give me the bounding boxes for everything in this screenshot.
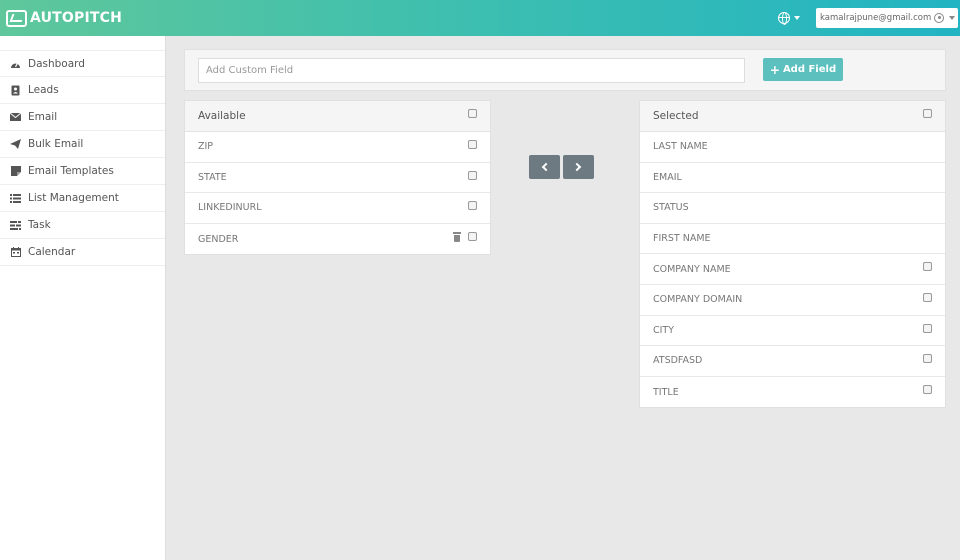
list-icon (10, 193, 21, 204)
calendar-icon (10, 247, 21, 258)
selected-fields-panel: Selected LAST NAME EMAIL STATUS FIRST NA… (639, 100, 946, 409)
contact-card-icon (10, 85, 21, 96)
list-item[interactable]: COMPANY NAME (640, 254, 945, 285)
field-checkbox[interactable] (923, 292, 932, 302)
sidebar-item-label: Dashboard (28, 57, 85, 70)
sidebar-item-label: Leads (28, 84, 59, 96)
field-checkbox[interactable] (923, 323, 932, 333)
move-left-button[interactable] (529, 155, 560, 179)
user-email: kamalrajpune@gmail.com (820, 13, 932, 23)
field-name: STATE (198, 171, 227, 183)
envelope-icon (10, 112, 21, 123)
sidebar-item-label: Calendar (28, 246, 76, 258)
list-item[interactable]: LINKEDINURL (185, 193, 490, 224)
sidebar-item-leads[interactable]: Leads (0, 77, 165, 104)
add-field-label: Add Field (782, 64, 837, 75)
sidebar-item-label: Bulk Email (28, 138, 84, 150)
sidebar-item-task[interactable]: Task (0, 212, 165, 239)
list-item[interactable]: ZIP (185, 132, 490, 163)
sidebar-item-label: List Management (28, 192, 119, 204)
field-checkbox[interactable] (468, 201, 477, 211)
list-item[interactable]: STATUS (640, 193, 945, 224)
plus-icon: + (769, 62, 780, 77)
custom-field-input[interactable] (198, 58, 745, 83)
sidebar-item-label: Email Templates (28, 165, 114, 177)
field-checkbox[interactable] (468, 140, 477, 149)
field-checkbox[interactable] (923, 384, 932, 394)
field-name: EMAIL (653, 171, 682, 183)
field-checkbox[interactable] (923, 262, 932, 272)
list-item[interactable]: ATSDFASD (640, 346, 945, 377)
sidebar-item-label: Task (28, 219, 51, 231)
sidebar-item-label: Email (28, 111, 58, 123)
field-name: CITY (653, 324, 675, 336)
available-fields-panel: Available ZIP STATE LINKEDINURL GENDER (184, 100, 491, 256)
tasks-icon (10, 220, 21, 231)
field-name: ATSDFASD (653, 355, 703, 367)
select-all-selected-checkbox[interactable] (923, 109, 932, 118)
user-circle-icon (934, 13, 945, 23)
available-title: Available (198, 110, 246, 122)
dashboard-icon (10, 58, 21, 69)
globe-icon (778, 12, 790, 25)
caret-down-icon (949, 16, 956, 20)
list-item[interactable]: CITY (640, 316, 945, 347)
field-checkbox[interactable] (468, 170, 477, 180)
selected-header: Selected (640, 101, 945, 132)
paper-plane-icon (10, 139, 21, 150)
sidebar-item-list-management[interactable]: List Management (0, 185, 165, 212)
chevron-left-icon (541, 162, 551, 172)
list-item[interactable]: GENDER (185, 224, 490, 255)
autopitch-logo[interactable]: AUTOPITCH (6, 8, 122, 28)
list-item[interactable]: LAST NAME (640, 132, 945, 163)
field-checkbox[interactable] (468, 231, 477, 241)
list-item[interactable]: COMPANY DOMAIN (640, 285, 945, 316)
field-name: LINKEDINURL (198, 202, 262, 214)
field-name: TITLE (653, 386, 679, 398)
autopitch-logo-icon (6, 9, 27, 27)
sticky-note-icon (10, 166, 21, 177)
move-right-button[interactable] (563, 155, 594, 179)
field-name: COMPANY DOMAIN (653, 294, 743, 306)
list-item[interactable]: TITLE (640, 377, 945, 408)
field-checkbox[interactable] (923, 354, 932, 364)
selected-title: Selected (653, 110, 699, 122)
field-name: STATUS (653, 202, 689, 214)
sidebar-item-bulk-email[interactable]: Bulk Email (0, 131, 165, 158)
list-item[interactable]: FIRST NAME (640, 224, 945, 255)
field-name: GENDER (198, 233, 239, 245)
sidebar-item-email[interactable]: Email (0, 104, 165, 131)
chevron-right-icon (572, 162, 582, 172)
field-name: ZIP (198, 141, 214, 153)
list-item[interactable]: STATE (185, 163, 490, 194)
field-name: FIRST NAME (653, 233, 711, 245)
sidebar-item-calendar[interactable]: Calendar (0, 239, 165, 266)
available-header: Available (185, 101, 490, 132)
trash-icon[interactable] (453, 231, 461, 242)
custom-field-panel: + Add Field (184, 49, 946, 91)
field-name: COMPANY NAME (653, 263, 731, 275)
sidebar-nav: Dashboard Leads Email Bulk Email Email T… (0, 36, 166, 560)
caret-down-icon (794, 16, 800, 20)
list-item[interactable]: EMAIL (640, 163, 945, 194)
sidebar-item-email-templates[interactable]: Email Templates (0, 158, 165, 185)
select-all-available-checkbox[interactable] (468, 109, 477, 118)
top-header: AUTOPITCH kamalrajpune@gmail.com (0, 0, 960, 36)
sidebar-item-dashboard[interactable]: Dashboard (0, 50, 165, 77)
user-account-dropdown[interactable]: kamalrajpune@gmail.com (816, 8, 958, 28)
field-name: LAST NAME (653, 141, 708, 153)
add-field-button[interactable]: + Add Field (763, 58, 843, 81)
brand-name: AUTOPITCH (30, 10, 123, 26)
language-dropdown[interactable] (778, 10, 802, 26)
